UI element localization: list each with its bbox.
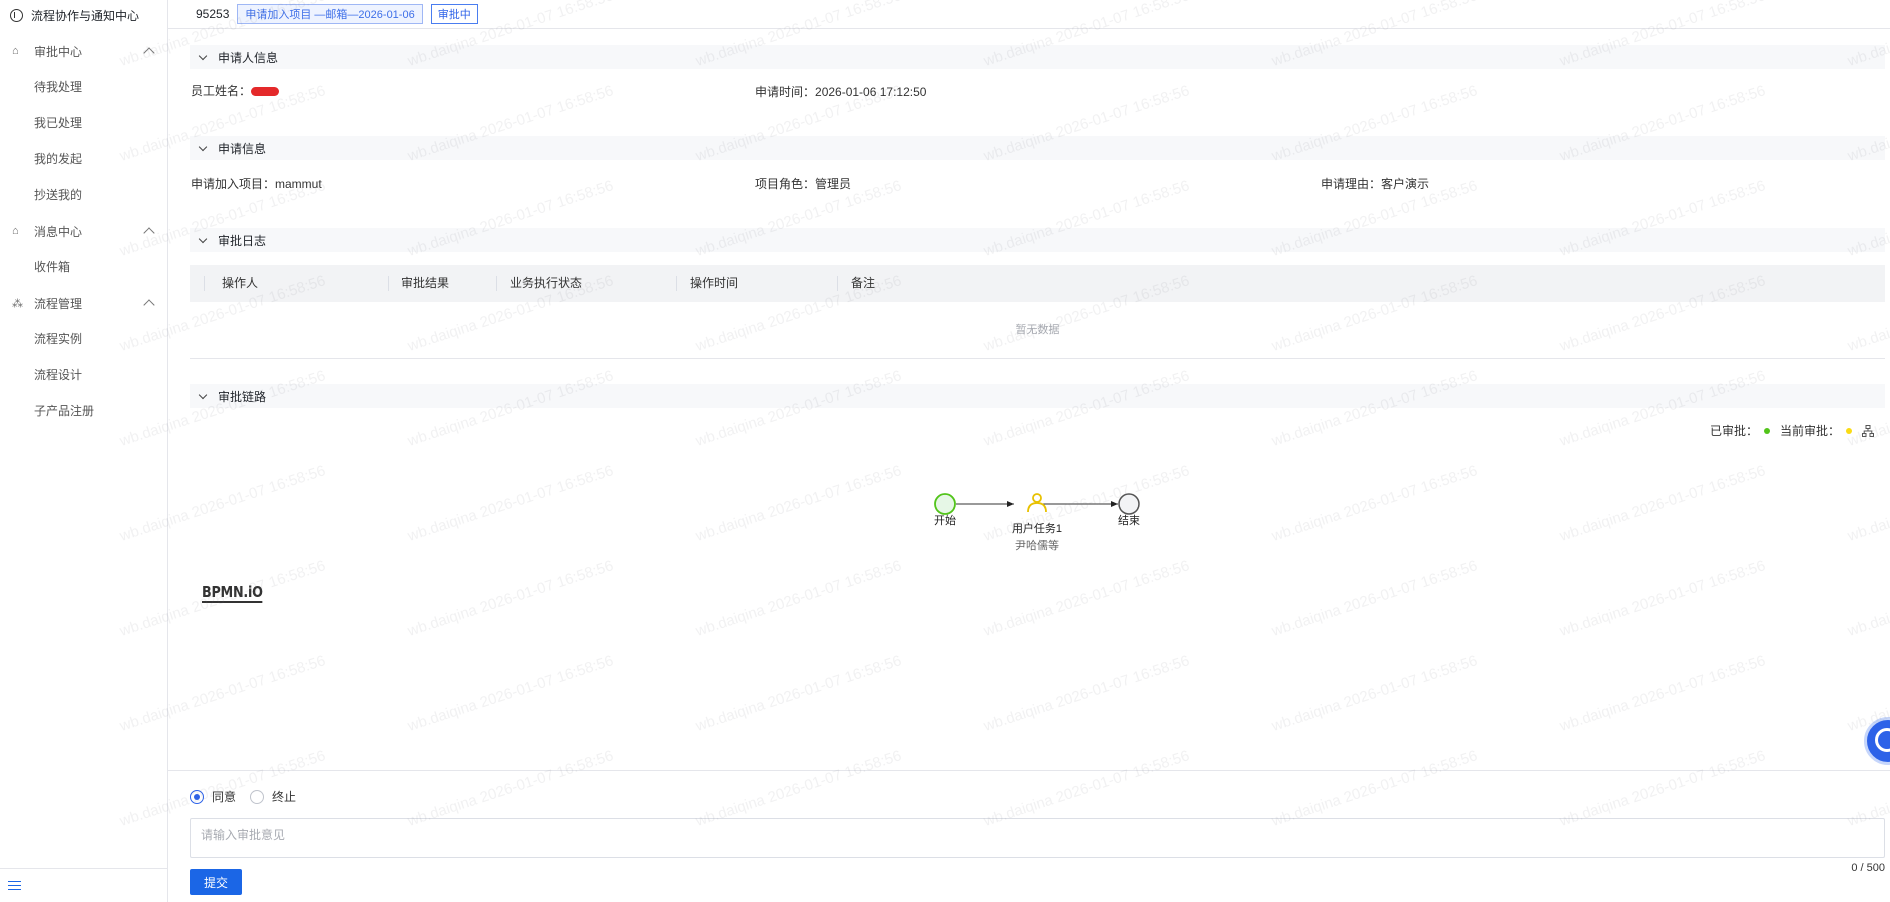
- field-label: 员工姓名：: [191, 84, 252, 98]
- chevron-down-icon: [198, 234, 208, 243]
- bpmn-logo[interactable]: BPMN.iO: [202, 584, 263, 603]
- sidebar-item-pending[interactable]: 待我处理: [0, 69, 167, 105]
- column-op-time: 操作时间: [690, 276, 739, 290]
- main-content: 95253 申请加入项目 —邮箱—2026-01-06 审批中 申请人信息 员工…: [168, 0, 1890, 902]
- task-label: 用户任务1: [1012, 521, 1062, 535]
- log-table-header: 操作人 审批结果 业务执行状态 操作时间 备注: [190, 265, 1885, 302]
- section-title: 审批链路: [218, 389, 267, 404]
- field-value: 2026-01-06 17:12:50: [815, 85, 927, 99]
- radio-agree[interactable]: [190, 789, 204, 804]
- sidebar-group-label: 流程管理: [34, 296, 83, 311]
- chevron-up-icon: [143, 299, 155, 311]
- sidebar-item-instances[interactable]: 流程实例: [0, 321, 167, 357]
- column-result: 审批结果: [401, 276, 450, 290]
- legend-current-label: 当前审批：: [1779, 424, 1840, 438]
- field-reason: 申请理由：客户演示: [1321, 175, 1429, 192]
- sidebar: 流程协作与通知中心 ⌂ 审批中心 待我处理 我已处理 我的发起 抄送我的 ⌂ 消…: [0, 0, 168, 902]
- bank-icon: ⌂: [12, 225, 19, 237]
- sidebar-item-inbox[interactable]: 收件箱: [0, 249, 167, 285]
- app-logo-icon: [10, 8, 23, 22]
- sidebar-group-label: 消息中心: [34, 224, 83, 239]
- opinion-input[interactable]: [190, 818, 1885, 858]
- column-divider: [837, 276, 838, 291]
- app-title-text: 流程协作与通知中心: [31, 8, 140, 23]
- chevron-down-icon: [198, 142, 208, 151]
- field-label: 申请时间：: [755, 85, 816, 99]
- sidebar-item-initiated[interactable]: 我的发起: [0, 141, 167, 177]
- nodes-icon: ⁂: [12, 297, 23, 310]
- column-operator: 操作人: [222, 276, 259, 290]
- chain-legend: 已审批： 当前审批：: [1710, 422, 1874, 439]
- legend-current-dot: [1846, 427, 1852, 434]
- field-value: 客户演示: [1381, 177, 1430, 191]
- section-chain[interactable]: 审批链路: [190, 384, 1885, 408]
- org-tree-icon[interactable]: [1862, 424, 1874, 437]
- approval-options: 同意 终止: [190, 788, 310, 805]
- submit-button[interactable]: 提交: [190, 869, 242, 895]
- column-divider: [388, 276, 389, 291]
- end-event[interactable]: [1118, 493, 1140, 515]
- legend-approved-label: 已审批：: [1709, 424, 1758, 438]
- column-remark: 备注: [851, 276, 876, 290]
- legend-approved-dot: [1763, 427, 1770, 434]
- sidebar-group-message[interactable]: ⌂ 消息中心: [0, 213, 167, 249]
- char-counter: 0 / 500: [1851, 862, 1885, 874]
- task-assignee: 尹哈儒等: [1015, 538, 1059, 552]
- sidebar-item-subproduct[interactable]: 子产品注册: [0, 393, 167, 429]
- approval-panel: 同意 终止 0 / 500 提交: [168, 770, 1890, 902]
- chevron-down-icon: [198, 51, 208, 60]
- bank-icon: ⌂: [12, 45, 19, 57]
- redacted-value: [251, 87, 280, 97]
- detail-header: 95253 申请加入项目 —邮箱—2026-01-06 审批中: [168, 0, 1890, 29]
- column-divider: [204, 276, 205, 291]
- sidebar-footer: [0, 868, 167, 902]
- section-application[interactable]: 申请信息: [190, 136, 1885, 160]
- sidebar-item-processed[interactable]: 我已处理: [0, 105, 167, 141]
- chevron-up-icon: [143, 227, 155, 239]
- field-value: 管理员: [815, 177, 852, 191]
- sidebar-group-approval[interactable]: ⌂ 审批中心: [0, 33, 167, 69]
- user-task-icon[interactable]: [1027, 493, 1047, 513]
- field-label: 申请理由：: [1321, 177, 1382, 191]
- section-title: 申请信息: [218, 141, 267, 156]
- field-employee-name: 员工姓名：: [191, 82, 280, 99]
- end-label: 结束: [1118, 514, 1140, 527]
- column-exec-status: 业务执行状态: [510, 276, 583, 290]
- status-badge: 审批中: [430, 4, 478, 24]
- column-divider: [676, 276, 677, 291]
- section-title: 审批日志: [218, 233, 267, 248]
- field-project: 申请加入项目：mammut: [191, 175, 322, 192]
- section-title: 申请人信息: [218, 50, 279, 65]
- app-title[interactable]: 流程协作与通知中心: [0, 1, 167, 29]
- radio-agree-label[interactable]: 同意: [212, 788, 236, 805]
- chevron-up-icon: [143, 47, 155, 59]
- start-label: 开始: [934, 513, 956, 527]
- column-divider: [496, 276, 497, 291]
- request-title-tag: 申请加入项目 —邮箱—2026-01-06: [237, 4, 423, 24]
- sidebar-item-design[interactable]: 流程设计: [0, 357, 167, 393]
- section-applicant[interactable]: 申请人信息: [190, 45, 1885, 69]
- field-label: 申请加入项目：: [191, 177, 276, 191]
- field-apply-time: 申请时间：2026-01-06 17:12:50: [755, 83, 926, 100]
- request-id: 95253: [196, 7, 230, 21]
- menu-collapse-icon[interactable]: [8, 881, 21, 891]
- field-role: 项目角色：管理员: [755, 175, 851, 192]
- table-empty: 暂无数据: [190, 302, 1885, 359]
- assistant-float-button[interactable]: [1864, 717, 1890, 765]
- radio-terminate-label[interactable]: 终止: [272, 788, 296, 805]
- sidebar-item-cc[interactable]: 抄送我的: [0, 177, 167, 213]
- sidebar-group-label: 审批中心: [34, 44, 83, 59]
- sidebar-group-process[interactable]: ⁂ 流程管理: [0, 285, 167, 321]
- field-value: mammut: [275, 177, 322, 191]
- start-event[interactable]: [934, 493, 956, 515]
- field-label: 项目角色：: [755, 177, 816, 191]
- radio-terminate[interactable]: [250, 789, 265, 804]
- chevron-down-icon: [198, 390, 208, 399]
- section-log[interactable]: 审批日志: [190, 228, 1885, 252]
